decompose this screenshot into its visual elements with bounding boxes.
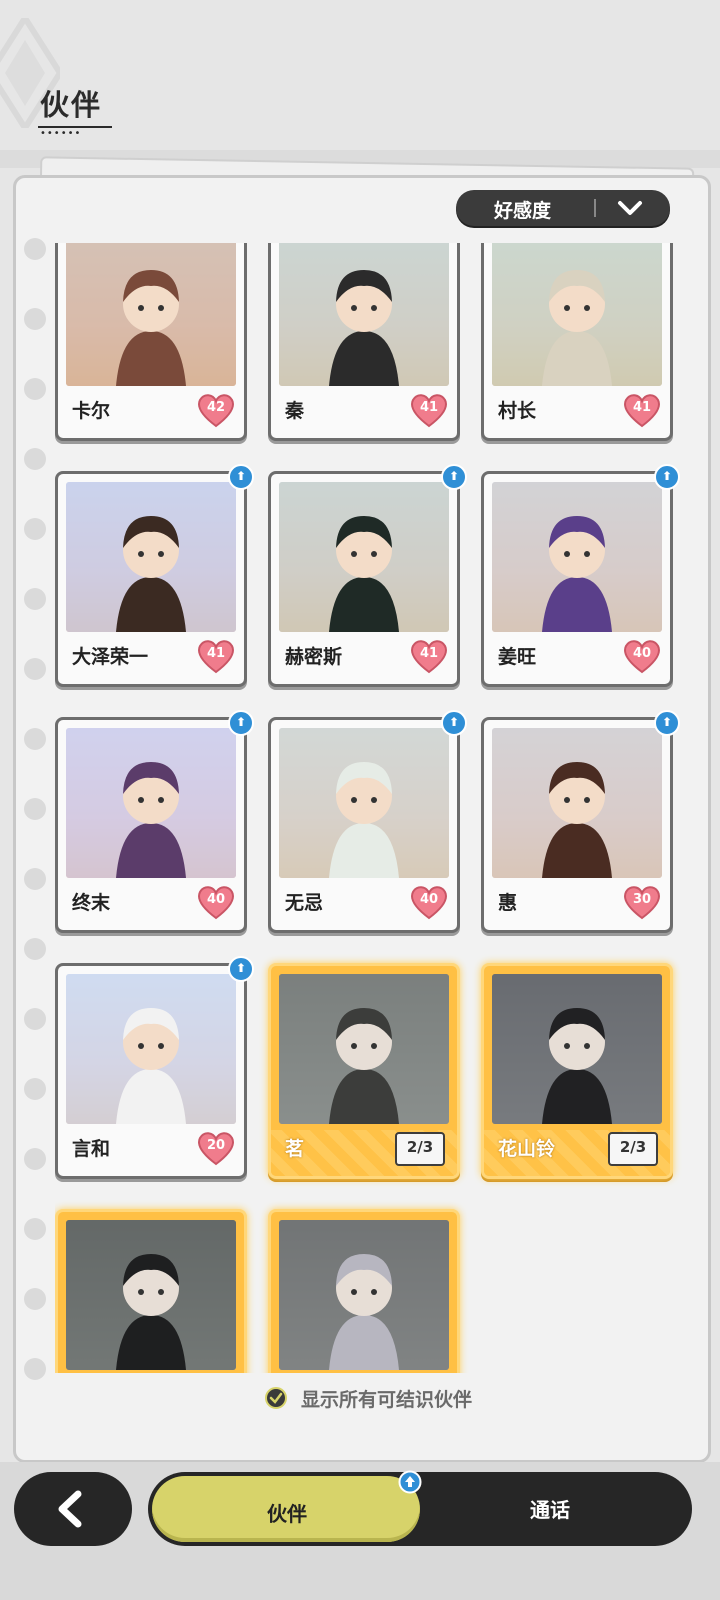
- companion-name: 花山铃: [498, 1138, 556, 1160]
- acquaint-progress: 2/3: [395, 1132, 445, 1166]
- companion-portrait: [66, 482, 236, 632]
- affection-value: 40: [419, 892, 439, 907]
- arrow-up-badge-icon: ⬆: [654, 464, 680, 490]
- affection-value: 41: [419, 646, 439, 661]
- companion-card[interactable]: 薇兰2/3: [268, 1209, 460, 1373]
- affection-value: 41: [419, 400, 439, 415]
- companion-card[interactable]: 神秘商人2/3: [55, 1209, 247, 1373]
- affection-value: 40: [632, 646, 652, 661]
- affection-heart: 41: [409, 392, 449, 428]
- affection-heart: 20: [196, 1130, 236, 1166]
- companion-portrait: [492, 482, 662, 632]
- companion-portrait: [492, 974, 662, 1124]
- binder-holes: [24, 238, 46, 1438]
- arrow-up-badge-icon: ⬆: [441, 710, 467, 736]
- companion-portrait: [279, 243, 449, 386]
- affection-heart: 40: [622, 638, 662, 674]
- tab-companion[interactable]: 伙伴: [152, 1476, 420, 1542]
- affection-heart: 41: [622, 392, 662, 428]
- companion-card[interactable]: 终末 40 ⬆: [55, 710, 254, 933]
- tab-companion-label: 伙伴: [267, 1502, 307, 1526]
- companion-name: 卡尔: [72, 400, 111, 422]
- affection-value: 40: [206, 892, 226, 907]
- companion-card[interactable]: 惠 30 ⬆: [481, 710, 680, 933]
- arrow-up-badge-icon: ⬆: [228, 710, 254, 736]
- affection-heart: 42: [196, 392, 236, 428]
- companion-portrait: [66, 1220, 236, 1370]
- companion-card[interactable]: 秦 41: [268, 243, 460, 441]
- companion-name: 赫密斯: [285, 646, 343, 668]
- page-title: 伙伴: [40, 88, 103, 122]
- companion-name: 村长: [498, 400, 537, 422]
- affection-heart: 40: [196, 884, 236, 920]
- companion-portrait: [279, 974, 449, 1124]
- sort-label: 好感度: [494, 200, 552, 222]
- companion-name: 秦: [285, 400, 305, 422]
- affection-value: 20: [206, 1138, 226, 1153]
- affection-value: 30: [632, 892, 652, 907]
- companion-portrait: [279, 482, 449, 632]
- affection-value: 41: [632, 400, 652, 415]
- chevron-down-icon: [618, 201, 642, 215]
- companion-name: 惠: [498, 892, 518, 914]
- arrow-up-badge-icon: ⬆: [441, 464, 467, 490]
- companion-card[interactable]: 姜旺 40 ⬆: [481, 464, 680, 687]
- back-button[interactable]: [14, 1472, 132, 1546]
- sort-dropdown[interactable]: 好感度: [456, 190, 670, 226]
- companion-portrait: [66, 243, 236, 386]
- affection-heart: 41: [409, 638, 449, 674]
- acquaint-progress: 2/3: [608, 1132, 658, 1166]
- affection-value: 42: [206, 400, 226, 415]
- companion-card[interactable]: 花山铃 2/3: [481, 963, 673, 1179]
- companion-grid: 卡尔 42 秦 41 村长 41 大泽荣一 41 ⬆ 赫密斯 41 ⬆ 姜旺 40 ⬆ 终末 40 ⬆ 无忌 40 ⬆ 惠…: [55, 243, 685, 1373]
- companion-portrait: [492, 728, 662, 878]
- companion-card[interactable]: 无忌 40 ⬆: [268, 710, 467, 933]
- chevron-left-icon: [58, 1490, 82, 1528]
- companion-name: 大泽荣一: [72, 646, 149, 668]
- companion-name: 茗: [285, 1138, 305, 1160]
- check-circle-icon: [265, 1387, 287, 1409]
- arrow-up-badge-icon: ⬆: [654, 710, 680, 736]
- companion-card[interactable]: 赫密斯 41 ⬆: [268, 464, 467, 687]
- companion-card[interactable]: 大泽荣一 41 ⬆: [55, 464, 254, 687]
- tab-call-label: 通话: [530, 1498, 570, 1522]
- tab-bar: 伙伴 通话: [148, 1470, 692, 1546]
- companion-name: 终末: [72, 892, 111, 914]
- arrow-up-badge-icon: ⬆: [228, 464, 254, 490]
- arrow-up-badge-icon: ⬆: [228, 956, 254, 982]
- companion-name: 姜旺: [498, 646, 537, 668]
- affection-value: 41: [206, 646, 226, 661]
- companion-name: 无忌: [285, 892, 324, 914]
- show-all-label: 显示所有可结识伙伴: [301, 1389, 473, 1411]
- arrow-up-badge-icon: [398, 1470, 422, 1494]
- companion-name: 言和: [72, 1138, 111, 1160]
- companion-portrait: [66, 974, 236, 1124]
- affection-heart: 40: [409, 884, 449, 920]
- companion-portrait: [66, 728, 236, 878]
- companion-portrait: [279, 1220, 449, 1370]
- companion-portrait: [492, 243, 662, 386]
- companion-card[interactable]: 卡尔 42: [55, 243, 247, 441]
- affection-heart: 41: [196, 638, 236, 674]
- title-dots: ••••••: [40, 128, 82, 139]
- companion-card[interactable]: 言和 20 ⬆: [55, 956, 254, 1179]
- companion-portrait: [279, 728, 449, 878]
- companion-card[interactable]: 村长 41: [481, 243, 673, 441]
- sort-separator: [594, 199, 596, 217]
- companion-card[interactable]: 茗 2/3: [268, 963, 460, 1179]
- affection-heart: 30: [622, 884, 662, 920]
